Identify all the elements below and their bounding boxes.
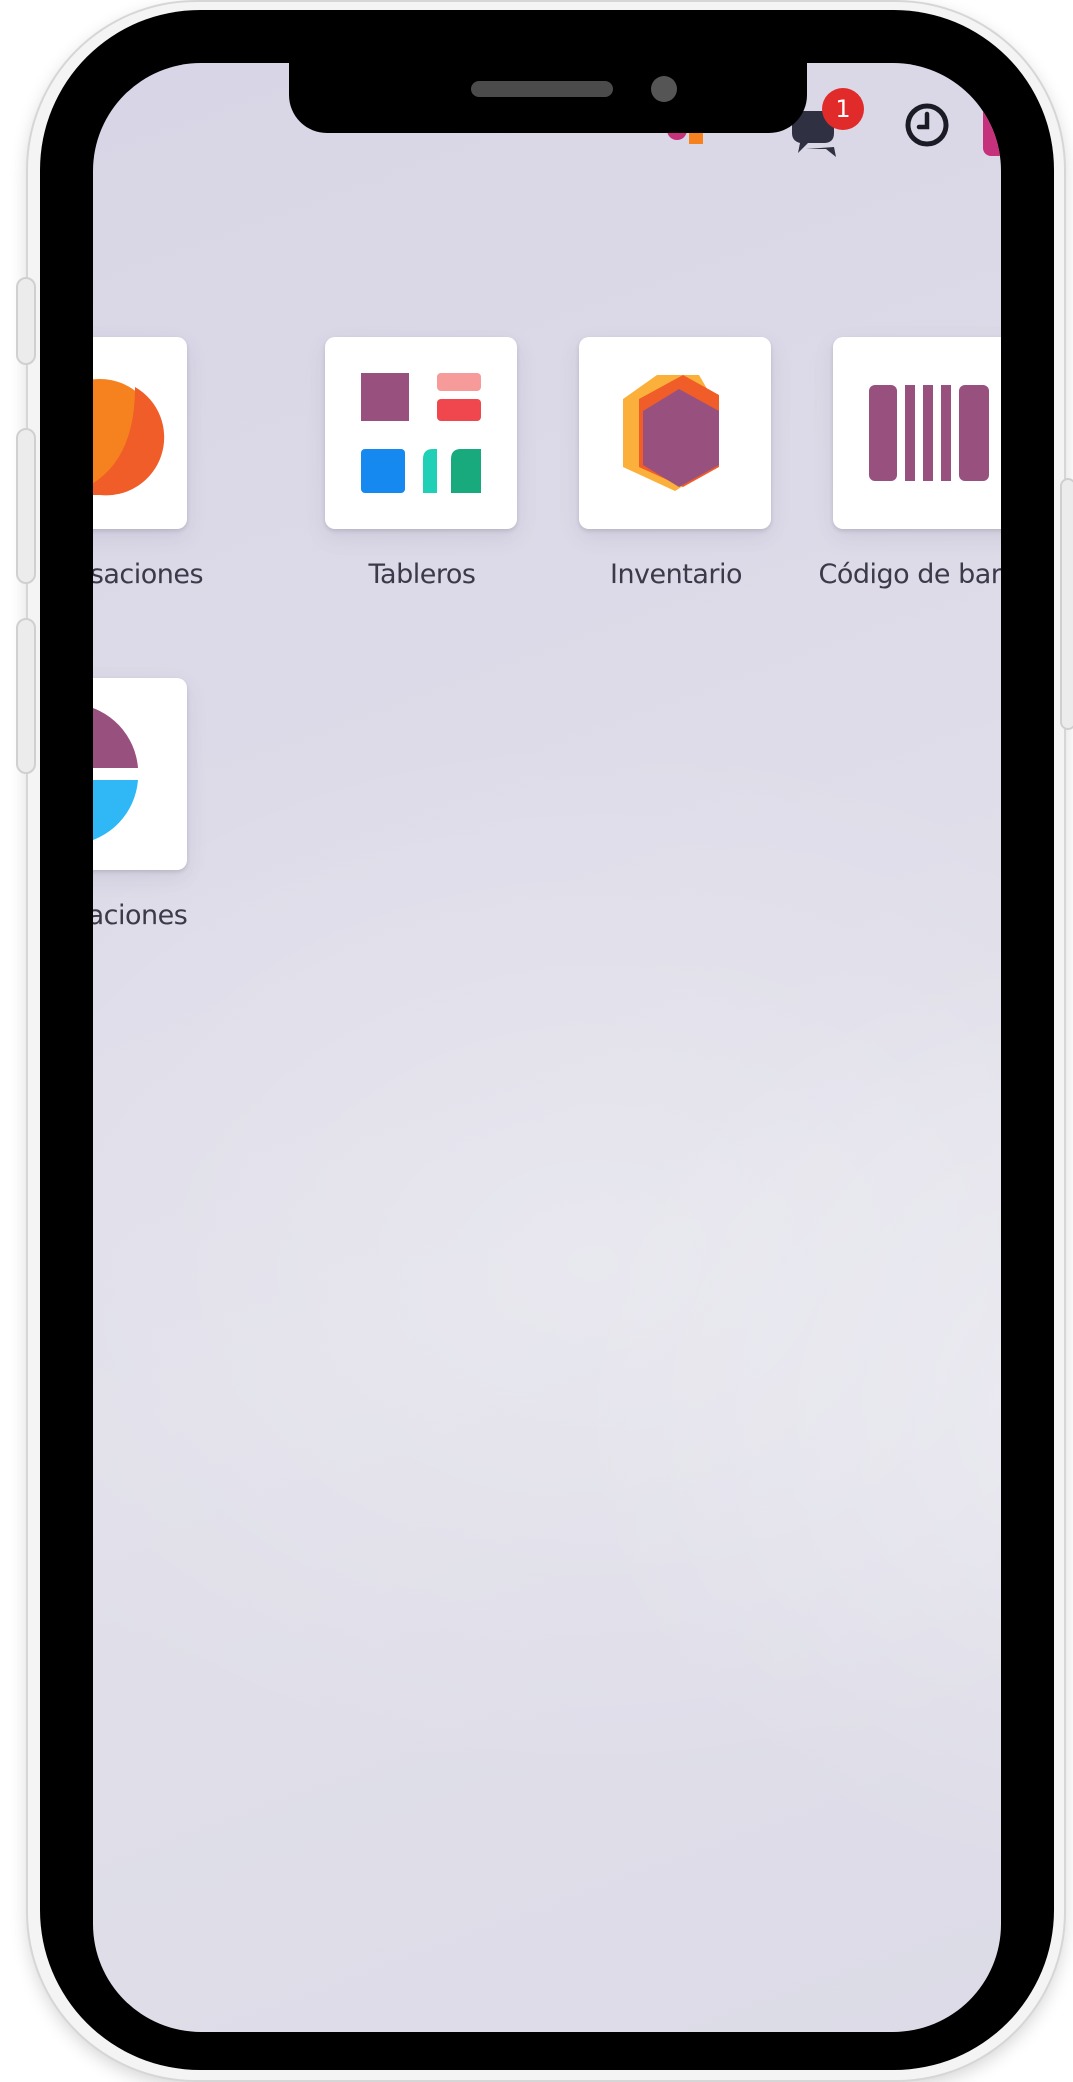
front-camera bbox=[651, 76, 677, 102]
volume-up-button bbox=[16, 428, 36, 584]
app-label: Código de barr bbox=[818, 559, 1002, 590]
app-label: Tableros bbox=[368, 559, 476, 590]
mute-switch bbox=[16, 277, 36, 365]
barcode-icon bbox=[869, 385, 989, 481]
dashboard-icon bbox=[361, 373, 481, 493]
notification-badge: 1 bbox=[822, 88, 864, 130]
app-tile[interactable] bbox=[833, 337, 1001, 529]
app-conversaciones[interactable]: onversaciones bbox=[93, 337, 204, 590]
phone-screen: 1 onversaciones T bbox=[93, 63, 1001, 2032]
app-label: Inventario bbox=[609, 559, 743, 590]
app-label: onversaciones bbox=[93, 559, 204, 590]
avatar[interactable] bbox=[983, 98, 1001, 156]
app-aplicaciones[interactable]: Aplicaciones bbox=[93, 678, 189, 931]
app-label: Aplicaciones bbox=[93, 900, 188, 931]
app-tile[interactable] bbox=[93, 337, 187, 529]
app-codigo-de-barras[interactable]: Código de barr bbox=[819, 337, 1001, 590]
speaker-grille bbox=[471, 81, 613, 97]
power-button bbox=[1060, 478, 1073, 730]
app-tile[interactable] bbox=[93, 678, 187, 870]
clock-icon[interactable] bbox=[902, 100, 952, 150]
chat-bubble-icon bbox=[93, 378, 165, 496]
app-tile[interactable] bbox=[579, 337, 771, 529]
app-inventario[interactable]: Inventario bbox=[579, 337, 773, 590]
volume-down-button bbox=[16, 618, 36, 774]
app-tile[interactable] bbox=[325, 337, 517, 529]
apps-icon bbox=[93, 708, 138, 840]
cube-icon bbox=[623, 375, 719, 491]
phone-notch bbox=[289, 63, 807, 133]
app-tableros[interactable]: Tableros bbox=[325, 337, 519, 590]
